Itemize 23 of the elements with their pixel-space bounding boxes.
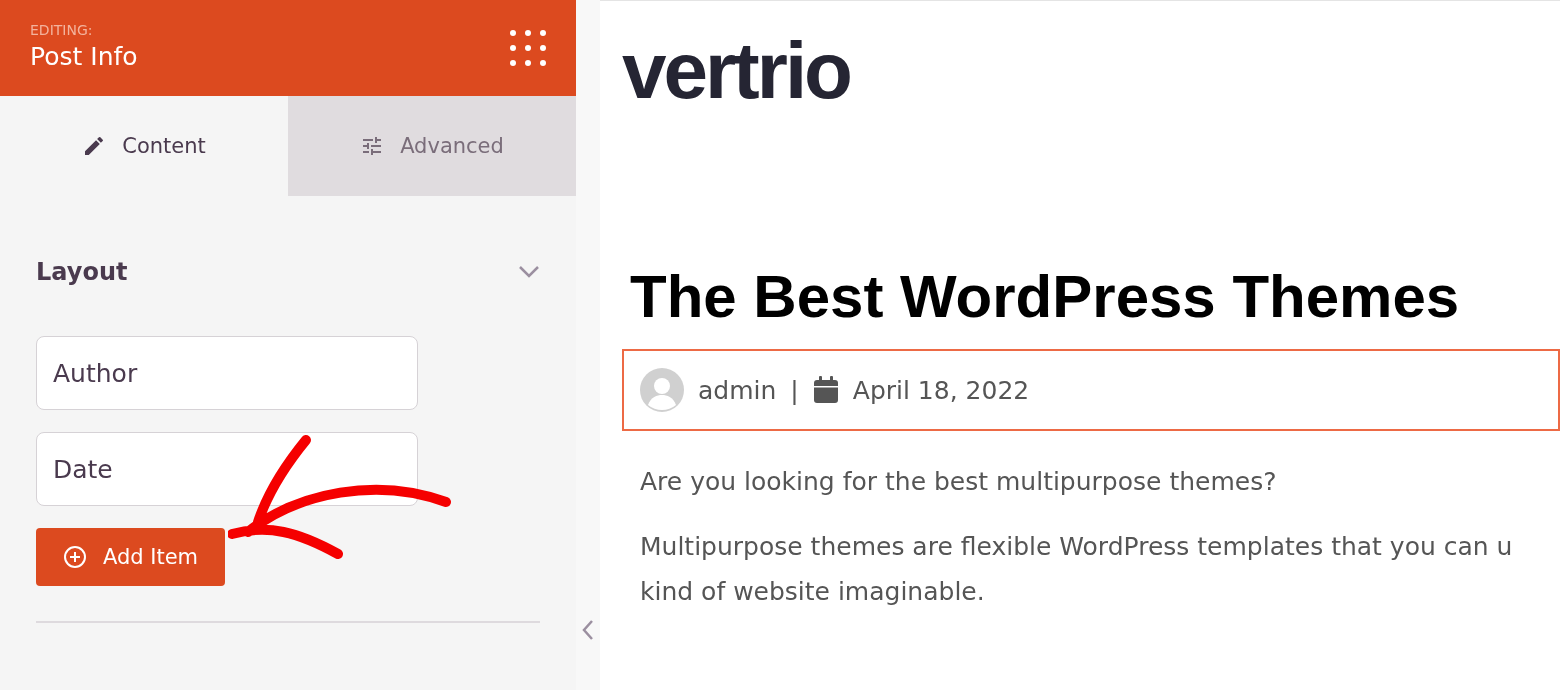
- collapse-handle[interactable]: [576, 0, 600, 690]
- plus-circle-icon: [62, 545, 87, 569]
- list-item[interactable]: Date: [36, 432, 418, 506]
- grid-menu-icon[interactable]: [510, 30, 546, 66]
- editing-label: EDITING:: [30, 21, 94, 38]
- post-date: April 18, 2022: [852, 375, 1030, 405]
- calendar-icon: [812, 376, 839, 404]
- module-title: Post Info: [30, 41, 138, 71]
- post-meta-bar[interactable]: admin | April 18, 2022: [622, 349, 1560, 431]
- list-item[interactable]: Author: [36, 336, 418, 410]
- author-name[interactable]: admin: [698, 375, 777, 405]
- paragraph-line: kind of website imaginable.: [640, 576, 986, 608]
- post-title: The Best WordPress Themes: [630, 267, 1461, 327]
- avatar-icon: [640, 368, 684, 412]
- paragraph-line: Are you looking for the best multipurpose themes?: [640, 466, 1278, 498]
- separator: |: [790, 375, 799, 405]
- tab[interactable]: Advanced: [288, 96, 576, 196]
- add-item-button[interactable]: Add Item: [36, 528, 225, 586]
- site-logo[interactable]: vertrio: [622, 31, 1560, 111]
- chevron-icon[interactable]: [518, 265, 540, 279]
- section-title: Layout: [36, 258, 128, 286]
- paragraph-line: Multipurpose themes are flexible WordPress templates that you can u: [640, 531, 1514, 563]
- chevron-left-icon: [581, 618, 595, 642]
